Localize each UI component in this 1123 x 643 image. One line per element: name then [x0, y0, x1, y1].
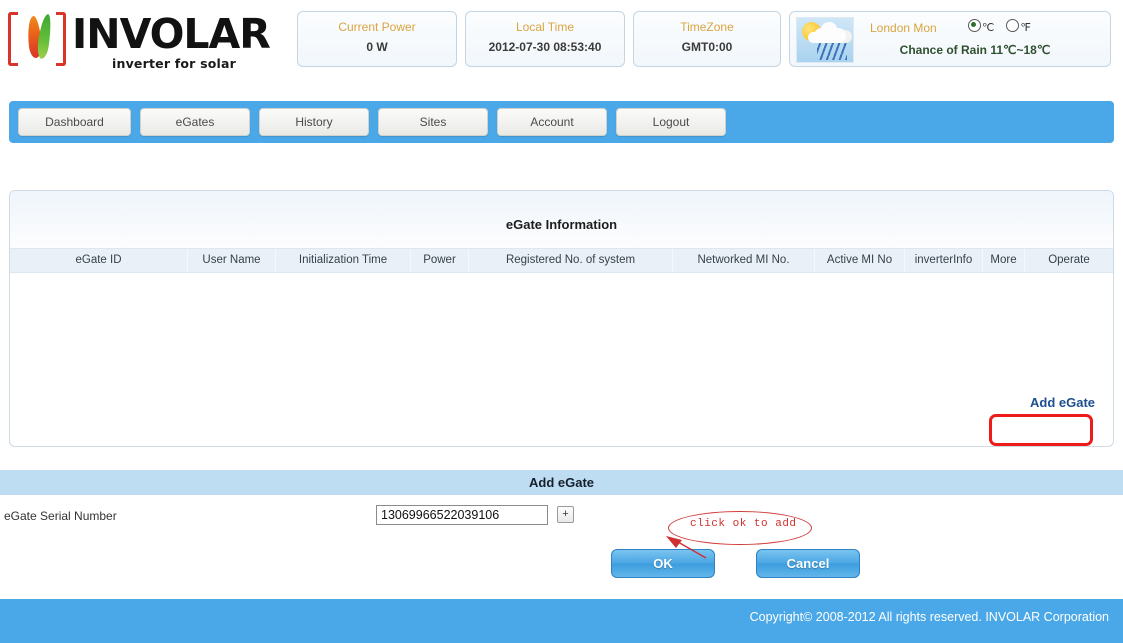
table-header-row: eGate ID User Name Initialization Time P… — [10, 248, 1113, 273]
column-header-initialization-time: Initialization Time — [276, 249, 411, 272]
current-power-label: Current Power — [338, 20, 416, 34]
leaf-icon — [35, 13, 54, 60]
current-power-value: 0 W — [366, 40, 388, 54]
add-serial-plus-button[interactable]: + — [557, 506, 574, 523]
radio-fahrenheit-icon[interactable] — [1006, 19, 1020, 32]
egate-information-panel: eGate Information eGate ID User Name Ini… — [9, 190, 1114, 447]
unit-celsius-option[interactable]: ℃ — [968, 19, 995, 34]
main-navigation: Dashboard eGates History Sites Account L… — [9, 101, 1114, 143]
ok-button[interactable]: OK — [611, 549, 715, 578]
sun-cloud-rain-icon — [796, 17, 854, 63]
unit-fahrenheit-option[interactable]: ℉ — [1006, 19, 1031, 34]
nav-item-dashboard[interactable]: Dashboard — [18, 108, 131, 136]
nav-item-account[interactable]: Account — [497, 108, 607, 136]
add-egate-link[interactable]: Add eGate — [1030, 395, 1095, 410]
cloud-icon — [814, 22, 846, 43]
bracket-left-icon — [8, 12, 18, 66]
info-box-timezone: TimeZone GMT0:00 — [633, 11, 781, 67]
weather-forecast: Chance of Rain 11℃~18℃ — [899, 43, 1051, 57]
nav-item-egates[interactable]: eGates — [140, 108, 250, 136]
involar-flame-leaf-logo-icon — [6, 8, 68, 66]
nav-item-sites[interactable]: Sites — [378, 108, 488, 136]
local-time-label: Local Time — [515, 20, 575, 34]
local-time-value: 2012-07-30 08:53:40 — [488, 40, 602, 54]
weather-widget: London Mon ℃ ℉ Chance of Rain 11℃~18℃ — [789, 11, 1111, 67]
column-header-active-mi-no: Active MI No — [815, 249, 905, 272]
copyright-text: Copyright© 2008-2012 All rights reserved… — [749, 610, 1109, 624]
timezone-value: GMT0:00 — [681, 40, 733, 54]
radio-celsius-icon[interactable] — [968, 19, 981, 32]
table-body: Add eGate — [10, 273, 1113, 426]
page-footer: Copyright© 2008-2012 All rights reserved… — [0, 599, 1123, 643]
annotation-callout-ellipse — [668, 511, 812, 545]
column-header-power: Power — [411, 249, 469, 272]
timezone-label: TimeZone — [680, 20, 734, 34]
column-header-egate-id: eGate ID — [10, 249, 188, 272]
info-box-local-time: Local Time 2012-07-30 08:53:40 — [465, 11, 625, 67]
brand-logo: INVOLAR inverter for solar — [6, 6, 276, 74]
column-header-user-name: User Name — [188, 249, 276, 272]
weather-location-day: London Mon — [870, 21, 937, 35]
column-header-more: More — [983, 249, 1025, 272]
temperature-unit-radio-group[interactable]: ℃ ℉ — [968, 19, 1040, 34]
column-header-registered-no: Registered No. of system — [469, 249, 673, 272]
brand-tagline: inverter for solar — [112, 56, 236, 71]
info-box-current-power: Current Power 0 W — [297, 11, 457, 67]
unit-fahrenheit-label: ℉ — [1020, 22, 1031, 34]
page-header: INVOLAR inverter for solar Current Power… — [0, 0, 1123, 80]
egate-serial-number-label: eGate Serial Number — [4, 509, 117, 523]
column-header-inverter-info: inverterInfo — [905, 249, 983, 272]
column-header-networked-mi-no: Networked MI No. — [673, 249, 815, 272]
column-header-operate: Operate — [1048, 254, 1090, 266]
rain-icon — [817, 43, 847, 60]
cancel-button[interactable]: Cancel — [756, 549, 860, 578]
nav-item-logout[interactable]: Logout — [616, 108, 726, 136]
brand-name: INVOLAR — [72, 10, 271, 58]
unit-celsius-label: ℃ — [982, 22, 995, 34]
nav-item-history[interactable]: History — [259, 108, 369, 136]
annotation-callout-text: click ok to add — [690, 518, 797, 530]
egate-serial-number-input[interactable] — [376, 505, 548, 525]
panel-title: eGate Information — [10, 191, 1113, 248]
add-egate-form-title: Add eGate — [0, 470, 1123, 495]
bracket-right-icon — [56, 12, 66, 66]
